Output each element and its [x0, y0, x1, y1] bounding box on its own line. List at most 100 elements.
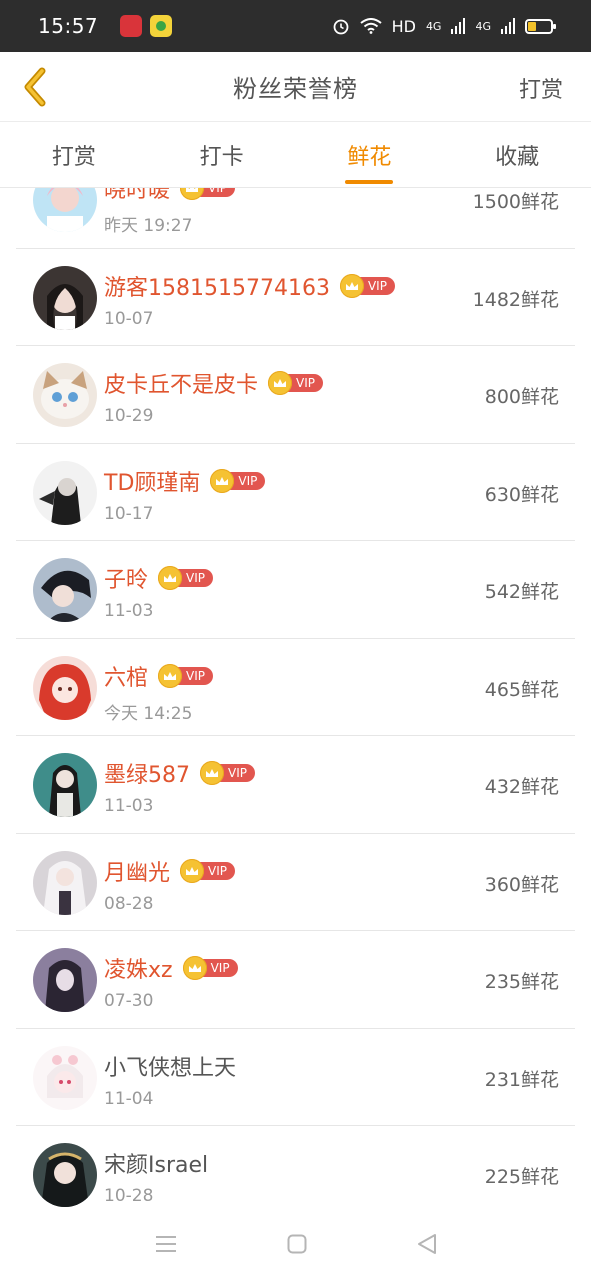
battery-icon	[525, 18, 556, 34]
user-date: 10-07	[104, 308, 154, 329]
wifi-icon	[359, 18, 382, 34]
avatar[interactable]	[33, 1045, 97, 1110]
page-header: 粉丝荣誉榜 打赏	[0, 52, 591, 122]
flower-count: 225鲜花	[484, 1166, 559, 1188]
user-date: 10-17	[104, 503, 154, 524]
status-time: 15:57	[38, 14, 99, 38]
vip-badge: VIP	[180, 188, 235, 200]
user-name[interactable]: 凌姝xz	[104, 952, 173, 984]
crown-icon	[268, 371, 293, 395]
list-item[interactable]: 凌姝xz VIP 07-30 235鲜花	[16, 931, 575, 1029]
name-line: 凌姝xz VIP	[104, 952, 238, 984]
tab-tip[interactable]: 打赏	[0, 122, 148, 187]
list-item[interactable]: 墨绿587 VIP 11-03 432鲜花	[16, 736, 575, 834]
avatar[interactable]	[33, 363, 97, 427]
flower-count: 235鲜花	[484, 971, 559, 993]
network-type: HD	[391, 16, 416, 36]
list-item[interactable]: 宋颜Israel 10-28 225鲜花	[16, 1126, 575, 1208]
flower-count: 231鲜花	[484, 1068, 559, 1091]
user-name[interactable]: 月幽光	[104, 855, 170, 887]
status-bar: 15:57 HD 4G 4G	[0, 0, 591, 52]
crown-icon	[339, 273, 364, 298]
flower-count: 800鲜花	[484, 386, 559, 408]
signal-icon	[501, 18, 515, 34]
avatar[interactable]	[33, 948, 97, 1012]
flower-count: 542鲜花	[484, 581, 559, 603]
avatar[interactable]	[33, 188, 97, 232]
tab-flowers[interactable]: 鲜花	[296, 122, 444, 187]
crown-icon	[158, 663, 183, 688]
name-line: 晓时暖 VIP	[104, 188, 235, 204]
home-square-icon[interactable]	[287, 1234, 307, 1254]
user-date: 11-03	[104, 601, 154, 621]
user-name[interactable]: 晓时暖	[104, 188, 170, 204]
app-screen: 15:57 HD 4G 4G 粉丝荣誉榜 打赏 打赏 打卡 鲜花 收藏 晓时暖 …	[0, 0, 591, 1280]
signal-label: 4G	[425, 19, 442, 33]
name-line: 小飞侠想上天	[104, 1050, 236, 1082]
user-date: 08-28	[104, 893, 154, 914]
tab-bar: 打赏 打卡 鲜花 收藏	[0, 122, 591, 188]
alarm-icon	[333, 19, 348, 35]
name-line: TD顾瑾南 VIP	[104, 465, 266, 497]
vip-badge: VIP	[158, 663, 213, 688]
list-item[interactable]: TD顾瑾南 VIP 10-17 630鲜花	[16, 444, 575, 541]
user-date: 10-28	[104, 1186, 154, 1206]
name-line: 月幽光 VIP	[104, 855, 235, 887]
crown-icon	[182, 956, 207, 980]
avatar[interactable]	[33, 558, 97, 622]
avatar[interactable]	[33, 753, 97, 817]
name-line: 墨绿587 VIP	[104, 757, 255, 789]
list-item[interactable]: 皮卡丘不是皮卡 VIP 10-29 800鲜花	[16, 346, 575, 444]
list-item[interactable]: 六棺 VIP 今天 14:25 465鲜花	[16, 639, 575, 736]
menu-icon[interactable]	[155, 1235, 177, 1253]
vip-badge: VIP	[182, 956, 238, 980]
name-line: 宋颜Israel	[104, 1147, 208, 1179]
vip-badge: VIP	[158, 566, 213, 590]
user-name[interactable]: TD顾瑾南	[104, 465, 200, 497]
user-name[interactable]: 六棺	[104, 660, 148, 692]
avatar[interactable]	[33, 460, 97, 525]
user-name[interactable]: 小飞侠想上天	[104, 1050, 236, 1082]
signal-label: 4G	[475, 19, 491, 33]
avatar[interactable]	[33, 1143, 97, 1207]
list-item[interactable]: 月幽光 VIP 08-28 360鲜花	[16, 834, 575, 931]
back-button[interactable]	[14, 66, 56, 108]
vip-badge: VIP	[339, 273, 395, 298]
user-name[interactable]: 皮卡丘不是皮卡	[104, 367, 258, 399]
name-line: 子昤 VIP	[104, 562, 213, 594]
avatar[interactable]	[33, 265, 97, 330]
user-name[interactable]: 墨绿587	[104, 757, 190, 789]
user-name[interactable]: 宋颜Israel	[104, 1147, 208, 1179]
list-item[interactable]: 子昤 VIP 11-03 542鲜花	[16, 541, 575, 639]
back-triangle-icon[interactable]	[417, 1233, 437, 1255]
name-line: 六棺 VIP	[104, 660, 213, 692]
user-name[interactable]: 子昤	[104, 562, 148, 594]
list-item[interactable]: 晓时暖 VIP 昨天 19:27 1500鲜花	[16, 188, 575, 249]
user-date: 今天 14:25	[104, 703, 193, 724]
system-nav-bar	[0, 1208, 591, 1280]
fan-ranking-list[interactable]: 晓时暖 VIP 昨天 19:27 1500鲜花 游客1581515774163	[0, 188, 591, 1208]
avatar[interactable]	[33, 850, 97, 915]
name-line: 皮卡丘不是皮卡 VIP	[104, 367, 323, 399]
list-item[interactable]: 游客1581515774163 VIP 10-07 1482鲜花	[16, 249, 575, 346]
crown-icon	[158, 566, 183, 590]
tab-checkin[interactable]: 打卡	[148, 122, 296, 187]
user-name[interactable]: 游客1581515774163	[104, 270, 330, 302]
tab-favorites[interactable]: 收藏	[443, 122, 591, 187]
crown-icon	[210, 468, 235, 493]
user-date: 11-03	[104, 796, 154, 816]
name-line: 游客1581515774163 VIP	[104, 270, 395, 302]
signal-icon	[451, 18, 466, 34]
crown-icon	[200, 761, 224, 785]
tip-button[interactable]: 打赏	[519, 72, 563, 104]
status-indicators: HD 4G 4G	[332, 16, 556, 36]
flower-count: 432鲜花	[484, 776, 559, 798]
chevron-left-icon	[24, 67, 46, 107]
user-date: 07-30	[104, 991, 154, 1011]
crown-icon	[180, 188, 205, 200]
flower-count: 630鲜花	[484, 483, 559, 506]
user-date: 10-29	[104, 406, 154, 426]
list-item[interactable]: 小飞侠想上天 11-04 231鲜花	[16, 1029, 575, 1126]
vip-badge: VIP	[268, 371, 323, 395]
avatar[interactable]	[33, 655, 97, 720]
